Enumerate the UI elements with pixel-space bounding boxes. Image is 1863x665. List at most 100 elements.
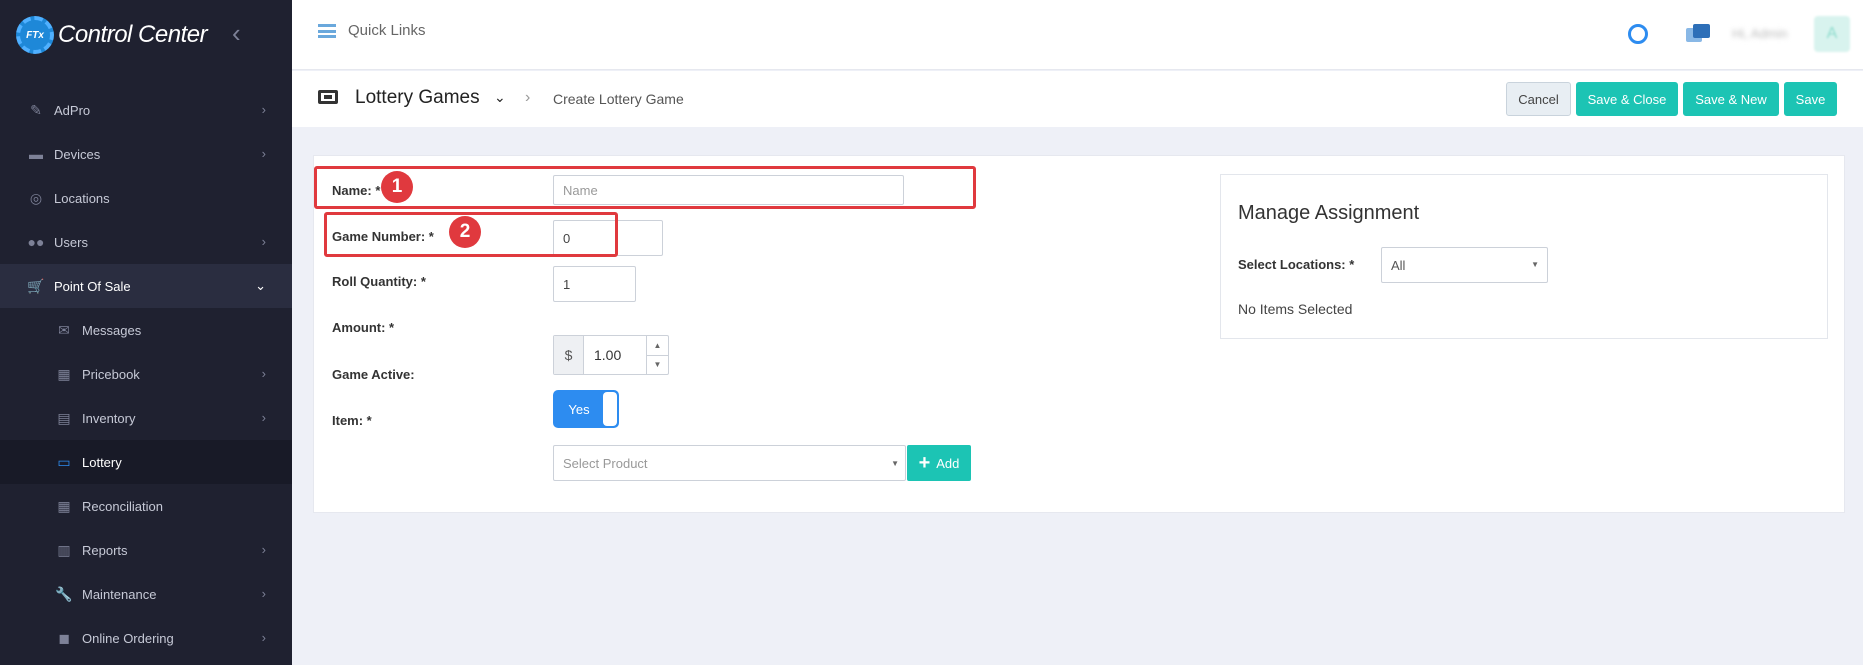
sidebar-item-users[interactable]: ●● Users ›: [0, 220, 292, 264]
dropdown-arrow-icon: ▼: [1531, 260, 1539, 269]
toggle-knob: [603, 392, 617, 426]
locations-select[interactable]: All ▼: [1381, 247, 1548, 283]
breadcrumb: Lottery Games ⌄ › Create Lottery Game Ca…: [292, 71, 1863, 127]
annotation-badge-2: 2: [449, 216, 481, 248]
chevron-right-icon: ›: [261, 410, 266, 425]
chevron-right-icon: ›: [261, 542, 266, 557]
sidebar-item-label: Reports: [82, 542, 128, 558]
save-new-button[interactable]: Save & New: [1683, 82, 1779, 116]
cart-icon: 🛒: [27, 277, 45, 294]
collapse-sidebar-icon[interactable]: ‹: [232, 18, 241, 49]
sidebar-item-label: Messages: [82, 322, 142, 338]
bar-chart-icon: ▥: [57, 541, 71, 558]
quick-links-label: Quick Links: [348, 22, 426, 39]
sidebar-item-adpro[interactable]: ✎ AdPro ›: [0, 88, 292, 132]
stepper-down-icon[interactable]: ▼: [647, 354, 668, 375]
game-active-toggle[interactable]: Yes: [553, 390, 619, 428]
currency-addon: $: [554, 336, 584, 374]
user-greeting[interactable]: Hi, Admin: [1732, 26, 1788, 41]
brush-icon: ✎: [30, 101, 42, 118]
select-locations-label: Select Locations: *: [1238, 257, 1355, 272]
sidebar-item-reports[interactable]: ▥ Reports ›: [0, 528, 292, 572]
roll-quantity-input[interactable]: 1: [553, 266, 636, 302]
annotation-box-1: [314, 166, 976, 209]
sidebar-item-online-ordering[interactable]: ◼ Online Ordering ›: [0, 616, 292, 660]
no-items-text: No Items Selected: [1238, 301, 1353, 317]
stepper-up-icon[interactable]: ▲: [647, 336, 668, 355]
wrench-icon: 🔧: [55, 585, 73, 602]
sidebar-item-label: AdPro: [54, 102, 91, 118]
assignment-title: Manage Assignment: [1238, 202, 1420, 224]
cancel-button[interactable]: Cancel: [1506, 82, 1571, 116]
add-item-button[interactable]: + Add: [907, 445, 971, 481]
chevron-right-icon: ›: [261, 234, 266, 249]
sidebar-item-locations[interactable]: ◎ Locations: [0, 176, 292, 220]
amount-input[interactable]: 1.00: [584, 336, 646, 374]
sidebar-item-label: Pricebook: [82, 366, 140, 382]
chevron-down-icon[interactable]: ⌄: [494, 89, 506, 106]
app-title: Control Center: [58, 21, 208, 48]
grid-icon: ▦: [57, 497, 71, 514]
sidebar-item-devices[interactable]: ▬ Devices ›: [0, 132, 292, 176]
form-card: Name: * Name Game Number: * 0 Roll Quant…: [313, 155, 1845, 513]
save-close-button[interactable]: Save & Close: [1576, 82, 1678, 116]
chevron-right-icon: ›: [261, 586, 266, 601]
sidebar-item-pricebook[interactable]: ▦ Pricebook ›: [0, 352, 292, 396]
add-label: Add: [936, 455, 960, 471]
save-button[interactable]: Save: [1784, 82, 1837, 116]
calculator-icon: ▦: [57, 365, 71, 382]
sidebar-item-reconciliation[interactable]: ▦ Reconciliation: [0, 484, 292, 528]
sidebar-item-inventory[interactable]: ▤ Inventory ›: [0, 396, 292, 440]
plus-icon: +: [918, 452, 931, 474]
devices-icon: ▬: [29, 146, 43, 162]
breadcrumb-separator-icon: ›: [525, 89, 531, 106]
chat-icon[interactable]: [1686, 24, 1710, 44]
brand[interactable]: FTx Control Center ‹: [0, 0, 292, 70]
sidebar-nav: ✎ AdPro › ▬ Devices › ◎ Locations ●● Use…: [0, 88, 292, 660]
item-placeholder: Select Product: [563, 455, 648, 471]
quick-links[interactable]: Quick Links: [318, 22, 426, 39]
map-pin-icon: ◎: [29, 189, 43, 206]
chevron-down-icon: ⌄: [255, 278, 266, 293]
page-title[interactable]: Lottery Games: [355, 87, 480, 109]
annotation-badge-1: 1: [381, 171, 413, 203]
sidebar-item-label: Locations: [54, 190, 110, 206]
users-icon: ●●: [27, 234, 45, 250]
amount-stepper[interactable]: ▲ ▼: [646, 336, 668, 374]
sidebar-item-label: Inventory: [82, 410, 136, 426]
sidebar: FTx Control Center ‹ ✎ AdPro › ▬ Devices…: [0, 0, 292, 665]
chevron-right-icon: ›: [261, 102, 266, 117]
sidebar-item-messages[interactable]: ✉ Messages: [0, 308, 292, 352]
chevron-right-icon: ›: [261, 146, 266, 161]
amount-field[interactable]: $ 1.00 ▲ ▼: [553, 335, 669, 375]
sidebar-item-label: Users: [54, 234, 88, 250]
ticket-icon: ▭: [57, 453, 71, 470]
menu-icon: [318, 23, 336, 38]
toggle-on-label: Yes: [568, 401, 590, 417]
logo-icon: FTx: [16, 16, 54, 54]
sidebar-item-point-of-sale[interactable]: 🛒 Point Of Sale ⌄: [0, 264, 292, 308]
top-bar: Quick Links Hi, Admin A: [292, 0, 1863, 70]
ticket-icon: [318, 90, 338, 104]
sidebar-item-label: Devices: [54, 146, 101, 162]
game-active-label: Game Active:: [332, 367, 415, 382]
sidebar-item-label: Point Of Sale: [54, 278, 131, 294]
manage-assignment-panel: Manage Assignment Select Locations: * Al…: [1220, 174, 1828, 339]
chevron-right-icon: ›: [261, 630, 266, 645]
item-select[interactable]: Select Product ▼: [553, 445, 906, 481]
item-label: Item: *: [332, 413, 372, 428]
breadcrumb-current: Create Lottery Game: [553, 91, 684, 107]
avatar[interactable]: A: [1814, 16, 1850, 52]
inventory-icon: ▤: [57, 409, 71, 426]
sidebar-item-label: Maintenance: [82, 586, 157, 602]
amount-label: Amount: *: [332, 320, 395, 335]
roll-quantity-label: Roll Quantity: *: [332, 274, 426, 289]
sidebar-item-label: Lottery: [82, 454, 122, 470]
sidebar-item-lottery[interactable]: ▭ Lottery: [0, 440, 292, 484]
dropdown-arrow-icon: ▼: [891, 459, 899, 468]
chevron-right-icon: ›: [261, 366, 266, 381]
shopping-bag-icon: ◼: [58, 629, 70, 646]
sidebar-item-label: Reconciliation: [82, 498, 163, 514]
search-icon[interactable]: [1628, 24, 1648, 44]
sidebar-item-maintenance[interactable]: 🔧 Maintenance ›: [0, 572, 292, 616]
